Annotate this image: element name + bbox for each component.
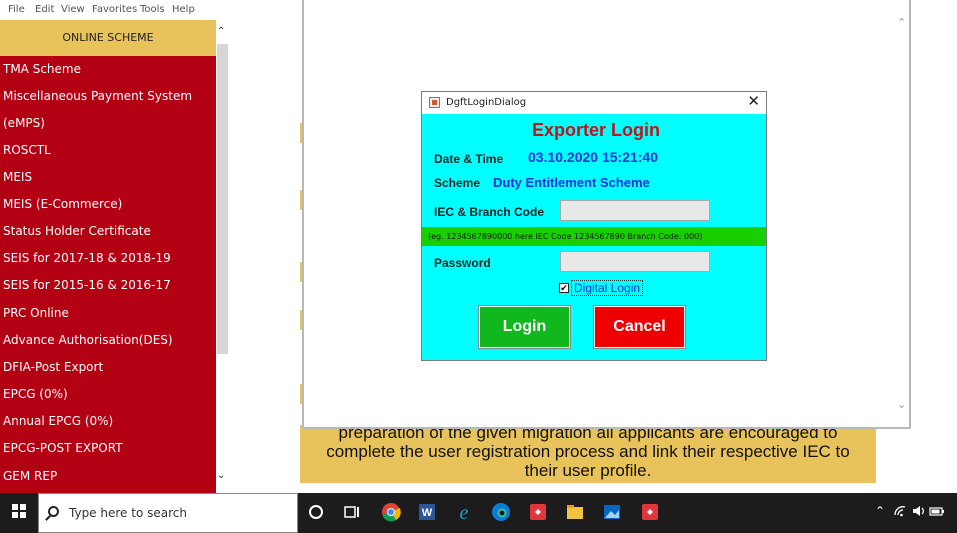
chrome-icon[interactable] (380, 501, 402, 523)
windows-icon (12, 504, 26, 518)
sidebar-item-label: EPCG-POST EXPORT (3, 441, 123, 455)
menu-help[interactable]: Help (172, 4, 195, 15)
sidebar-item-dfia[interactable]: DFIA-Post Export (0, 354, 216, 381)
sidebar-item-label: Status Holder Certificate (3, 224, 151, 238)
login-dialog: DgftLoginDialog ✕ Exporter Login Date & … (421, 91, 767, 361)
sidebar-item-epcg-post-export[interactable]: EPCG-POST EXPORT (0, 435, 216, 462)
digital-login-checkbox[interactable]: ✔ (559, 283, 569, 293)
sidebar-item-label: SEIS for 2017-18 & 2018-19 (3, 251, 171, 265)
sidebar-item-rosctl[interactable]: ROSCTL (0, 137, 216, 164)
sidebar-item-meis[interactable]: MEIS (0, 164, 216, 191)
photos-icon[interactable] (601, 501, 623, 523)
file-explorer-icon[interactable] (564, 501, 586, 523)
sidebar-item-gem-rep[interactable]: GEM REP (0, 463, 216, 490)
menu-view[interactable]: View (61, 4, 85, 15)
sidebar-item-epcg[interactable]: EPCG (0%) (0, 381, 216, 408)
sidebar-item-label: MEIS (E-Commerce) (3, 197, 123, 211)
date-value: 03.10.2020 15:21:40 (528, 149, 658, 165)
sidebar-item-status-holder[interactable]: Status Holder Certificate (0, 218, 216, 245)
word-icon[interactable]: W (416, 501, 438, 523)
app-icon-red[interactable] (527, 501, 549, 523)
wifi-icon[interactable] (893, 503, 909, 519)
chevron-down-icon[interactable]: ⌄ (897, 398, 906, 411)
date-label: Date & Time (434, 152, 504, 166)
sidebar-item-label: Advance Authorisation(DES) (3, 333, 173, 347)
dialog-title: DgftLoginDialog (446, 97, 527, 108)
sidebar-item-label: SEIS for 2015-16 & 2016-17 (3, 278, 171, 292)
java-icon (429, 97, 440, 108)
cancel-button[interactable]: Cancel (593, 305, 686, 349)
sidebar-item-advance-authorisation[interactable]: Advance Authorisation(DES) (0, 327, 216, 354)
applet-scrollbar[interactable]: ⌃ ⌄ (895, 12, 909, 417)
sidebar-item-annual-epcg[interactable]: Annual EPCG (0%) (0, 408, 216, 435)
search-placeholder: Type here to search (69, 506, 187, 520)
sidebar-item-label: Annual EPCG (0%) (3, 414, 114, 428)
sidebar-item-label: EPCG (0%) (3, 387, 68, 401)
iec-hint-bar: (eg. 1234567890000 here IEC Code 1234567… (422, 227, 766, 246)
start-button[interactable] (0, 493, 38, 533)
taskbar-search[interactable]: Type here to search (38, 493, 298, 533)
cortana-icon[interactable] (305, 501, 327, 523)
scrollbar-thumb[interactable] (217, 44, 228, 354)
notice-line: their user profile. (524, 461, 652, 480)
taskbar: Type here to search W e ⌃ (0, 493, 957, 533)
sidebar-item-tma[interactable]: TMA Scheme (0, 56, 216, 83)
task-view-icon[interactable] (341, 501, 363, 523)
dialog-titlebar[interactable]: DgftLoginDialog ✕ (422, 92, 766, 114)
sidebar-item-misc-payment[interactable]: Miscellaneous Payment System (0, 83, 216, 110)
battery-icon[interactable] (929, 503, 945, 519)
sidebar-item-label: PRC Online (3, 306, 69, 320)
chevron-up-icon[interactable]: ⌃ (897, 16, 906, 29)
dialog-heading: Exporter Login (531, 120, 660, 140)
notice-line: complete the user registration process a… (326, 442, 850, 461)
app-icon-red[interactable] (639, 501, 661, 523)
sidebar-item-prc-online[interactable]: PRC Online (0, 300, 216, 327)
digital-login-label[interactable]: Digital Login (571, 280, 644, 296)
menu-tools[interactable]: Tools (140, 4, 165, 15)
sidebar-scrollbar[interactable]: ⌃ ⌄ (216, 20, 229, 493)
sidebar-item-emps[interactable]: (eMPS) (0, 110, 216, 137)
sidebar-item-label: DFIA-Post Export (3, 360, 104, 374)
iec-label: IEC & Branch Code (434, 205, 545, 219)
menu-favorites[interactable]: Favorites (92, 4, 137, 15)
chevron-down-icon[interactable]: ⌄ (217, 470, 225, 481)
password-input[interactable] (560, 251, 710, 272)
sidebar-item-label: (eMPS) (3, 116, 45, 130)
sidebar-item-label: MEIS (3, 170, 33, 184)
sidebar-item-meis-ecommerce[interactable]: MEIS (E-Commerce) (0, 191, 216, 218)
sidebar-item-label: TMA Scheme (3, 62, 81, 76)
iec-branch-code-input[interactable] (560, 200, 710, 221)
sidebar: ONLINE SCHEME TMA Scheme Miscellaneous P… (0, 20, 216, 493)
scheme-label: Scheme (434, 176, 481, 190)
scheme-value: Duty Entitlement Scheme (493, 175, 650, 190)
password-label: Password (434, 256, 491, 270)
chevron-up-icon[interactable]: ⌃ (217, 26, 225, 37)
svg-text:e: e (460, 502, 469, 523)
tray-chevron-up-icon[interactable]: ⌃ (875, 504, 885, 518)
svg-text:W: W (422, 507, 433, 519)
sidebar-item-label: ROSCTL (3, 143, 51, 157)
sidebar-item-seis-2015[interactable]: SEIS for 2015-16 & 2016-17 (0, 272, 216, 299)
notice-banner: preparation of the given migration all a… (300, 425, 876, 483)
iec-hint: (eg. 1234567890000 here IEC Code 1234567… (428, 232, 703, 241)
close-icon[interactable]: ✕ (747, 93, 760, 111)
edge-icon[interactable] (490, 501, 512, 523)
internet-explorer-icon[interactable]: e (453, 501, 475, 523)
sidebar-header: ONLINE SCHEME (0, 20, 216, 56)
sidebar-item-seis-2017[interactable]: SEIS for 2017-18 & 2018-19 (0, 245, 216, 272)
login-button[interactable]: Login (478, 305, 571, 349)
menu-edit[interactable]: Edit (35, 4, 54, 15)
search-icon (48, 506, 59, 517)
menu-file[interactable]: File (8, 4, 25, 15)
sidebar-item-label: GEM REP (3, 469, 58, 483)
volume-icon[interactable] (911, 503, 927, 519)
dialog-body: Exporter Login Date & Time 03.10.2020 15… (422, 114, 766, 360)
sidebar-item-label: Miscellaneous Payment System (3, 89, 193, 103)
